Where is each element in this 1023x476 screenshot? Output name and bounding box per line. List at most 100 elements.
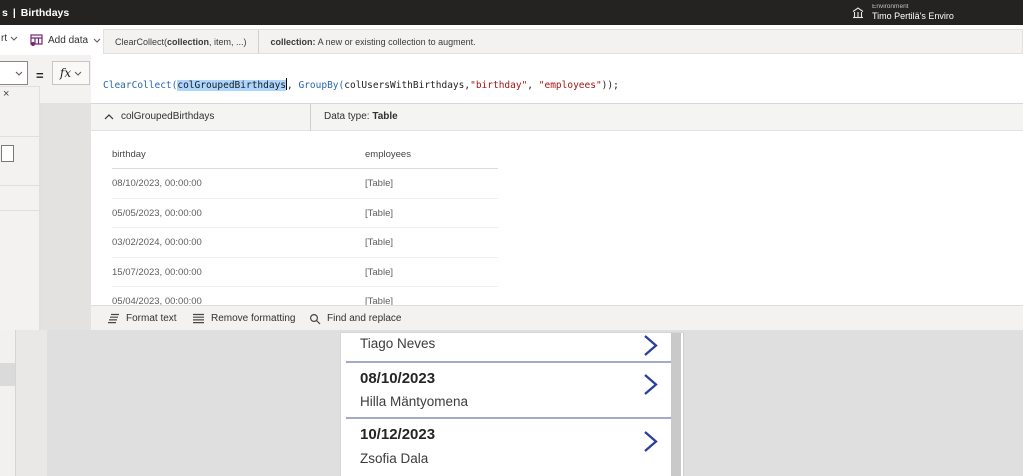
gallery-divider [346, 361, 672, 363]
chevron-right-icon[interactable] [643, 334, 658, 357]
canvas-left-band [16, 330, 47, 476]
column-header-birthday: birthday [112, 149, 146, 160]
gallery-item-date[interactable]: 08/10/2023 [360, 370, 435, 387]
title-bar: s | Birthdays Environment Timo Pertilä's… [0, 0, 1023, 25]
cell-birthday: 05/05/2023, 00:00:00 [112, 199, 202, 229]
fx-icon: fx [60, 66, 71, 80]
environment-icon [851, 6, 865, 20]
search-icon [309, 313, 321, 325]
find-and-replace-button[interactable]: Find and replace [309, 306, 402, 331]
collapse-chevron-icon[interactable] [104, 114, 114, 120]
environment-text: Environment Timo Pertilä's Enviro [872, 4, 1022, 22]
find-and-replace-label: Find and replace [327, 313, 402, 324]
formula-function: ClearCollect( [103, 80, 177, 91]
formula-text: ClearCollect(colGroupedBirthdays, GroupB… [103, 78, 619, 91]
chevron-down-icon [15, 71, 23, 76]
format-text-label: Format text [126, 313, 177, 324]
formula-string: "employees" [539, 80, 602, 91]
formula-signature-bar: ClearCollect(collection, item, ...) coll… [103, 29, 1023, 54]
variable-preview-panel: colGroupedBirthdays Data type: Table bir… [91, 103, 1023, 305]
add-data-label: Add data [48, 35, 88, 46]
table-row: 05/05/2023, 00:00:00 [Table] [112, 199, 498, 229]
formula-input[interactable]: ClearCollect(colGroupedBirthdays, GroupB… [91, 55, 1023, 103]
signature-active-param: collection [167, 37, 209, 47]
gallery-divider [346, 417, 672, 419]
signature-param-description: A new or existing collection to augment. [316, 37, 476, 47]
formula-identifier: colUsersWithBirthdays [344, 80, 464, 91]
formula-closing: )); [602, 80, 619, 91]
chevron-down-icon [74, 71, 82, 76]
fx-dropdown[interactable]: fx [52, 61, 90, 85]
equals-sign: = [36, 68, 44, 83]
tree-view-panel: × [0, 86, 40, 330]
table-row: 03/02/2024, 00:00:00 [Table] [112, 228, 498, 258]
panel-divider [0, 136, 40, 137]
cell-employees: [Table] [365, 287, 393, 305]
gallery-scrollbar[interactable] [671, 333, 681, 476]
chevron-down-icon [10, 36, 18, 41]
left-rail-selected-item[interactable] [0, 363, 15, 386]
signature-call-prefix: ClearCollect( [115, 37, 167, 47]
table-row: 15/07/2023, 00:00:00 [Table] [112, 258, 498, 288]
environment-name: Timo Pertilä's Enviro [872, 12, 1022, 21]
data-type-value: Table [372, 111, 397, 122]
add-data-button[interactable]: Add data [30, 31, 101, 49]
remove-formatting-icon [192, 313, 205, 324]
add-data-icon [30, 34, 43, 46]
cell-employees: [Table] [365, 258, 393, 288]
gallery-item-name[interactable]: Tiago Neves [360, 336, 435, 351]
cell-birthday: 03/02/2024, 00:00:00 [112, 228, 202, 258]
signature-call-suffix: , item, ...) [209, 37, 247, 47]
table-row: 05/04/2023, 00:00:00 [Table] [112, 287, 498, 305]
title-divider: | [13, 7, 16, 19]
environment-picker[interactable]: Environment Timo Pertilä's Enviro [851, 0, 1022, 25]
command-bar: rt Add data ClearCollect(collection, ite… [0, 25, 1023, 55]
signature-call: ClearCollect(collection, item, ...) [104, 37, 258, 47]
birthday-gallery[interactable]: Tiago Neves 08/10/2023 Hilla Mäntyomena … [340, 332, 684, 476]
environment-label: Environment [872, 4, 1022, 11]
remove-formatting-label: Remove formatting [211, 313, 295, 324]
data-type-label: Data type: [324, 111, 372, 122]
left-rail [0, 330, 16, 476]
formula-function: GroupBy( [298, 80, 344, 91]
formula-separator: , [287, 80, 298, 91]
gallery-item-date[interactable]: 10/12/2023 [360, 426, 435, 443]
data-type: Data type: Table [324, 111, 398, 122]
canvas-gutter [41, 103, 91, 330]
cell-employees: [Table] [365, 169, 393, 199]
format-text-icon [107, 313, 120, 324]
column-header-employees: employees [365, 149, 411, 160]
cell-birthday: 05/04/2023, 00:00:00 [112, 287, 202, 305]
cell-birthday: 08/10/2023, 00:00:00 [112, 169, 202, 199]
cell-birthday: 15/07/2023, 00:00:00 [112, 258, 202, 288]
format-text-button[interactable]: Format text [107, 306, 177, 331]
panel-divider [0, 185, 40, 186]
gallery-item-name[interactable]: Hilla Mäntyomena [360, 394, 468, 409]
chevron-right-icon[interactable] [643, 430, 658, 453]
chevron-down-icon [93, 38, 101, 43]
app-title: s | Birthdays [0, 7, 69, 19]
insert-label: rt [1, 33, 7, 44]
gallery-item-name[interactable]: Zsofia Dala [360, 451, 428, 466]
chevron-right-icon[interactable] [643, 373, 658, 396]
search-field-partial[interactable] [1, 145, 14, 162]
formula-string: "birthday" [470, 80, 527, 91]
collection-name: colGroupedBirthdays [121, 111, 214, 122]
close-icon[interactable]: × [3, 88, 9, 100]
remove-formatting-button[interactable]: Remove formatting [192, 306, 295, 331]
insert-button-partial[interactable]: rt [1, 33, 18, 44]
cell-employees: [Table] [365, 199, 393, 229]
app-name: Birthdays [21, 7, 69, 19]
formula-separator: , [527, 80, 538, 91]
preview-panel-header[interactable]: colGroupedBirthdays Data type: Table [91, 104, 1023, 131]
header-divider [310, 104, 311, 131]
signature-description: collection: A new or existing collection… [259, 37, 488, 47]
editor-toolbar: Format text Remove formatting Find and r… [91, 305, 1023, 330]
signature-param-name: collection: [271, 37, 316, 47]
table-row: 08/10/2023, 00:00:00 [Table] [112, 169, 498, 199]
property-selector-dropdown[interactable] [0, 61, 28, 85]
panel-divider [0, 210, 40, 211]
formula-selected-text: colGroupedBirthdays [177, 80, 286, 91]
title-prefix: s [2, 7, 8, 19]
cell-employees: [Table] [365, 228, 393, 258]
